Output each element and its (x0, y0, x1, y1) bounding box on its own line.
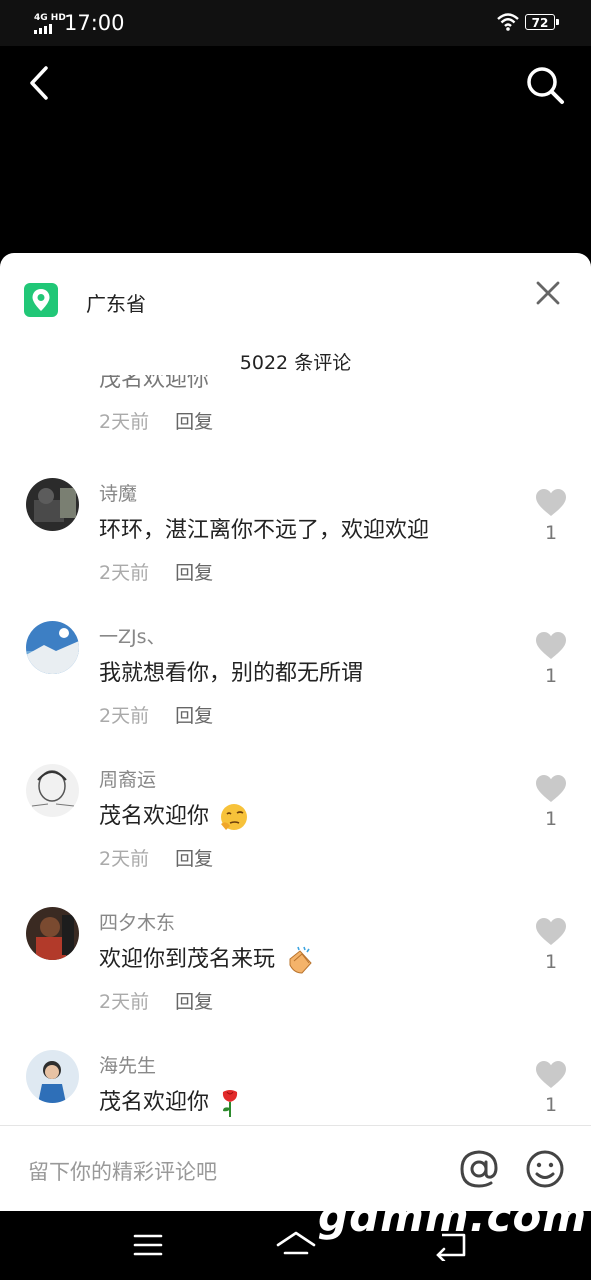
search-icon[interactable] (523, 63, 567, 107)
home-icon[interactable] (275, 1229, 317, 1263)
comment-username[interactable]: 周裔运 (99, 765, 156, 792)
comment-text: 茂名欢迎你 (99, 375, 210, 392)
comment-username[interactable]: 诗魔 (99, 479, 137, 506)
comment-count: 5022 条评论 (239, 352, 352, 374)
battery-indicator: 72 (525, 14, 559, 30)
comment-username[interactable]: 一ZJs、 (99, 622, 166, 649)
like-count: 1 (544, 665, 558, 687)
comment-item-partial: 茂名欢迎你 2天前回复 1 (0, 375, 591, 470)
avatar[interactable] (26, 764, 79, 817)
menu-icon[interactable] (132, 1231, 164, 1259)
status-bar: 4G HD 17:00 72 (0, 0, 591, 46)
avatar[interactable] (26, 907, 79, 960)
like-count: 1 (544, 951, 558, 973)
comment-username[interactable]: 海先生 (99, 1051, 156, 1078)
emoji-icon[interactable] (524, 1148, 566, 1190)
comment-input[interactable]: 留下你的精彩评论吧 (28, 1156, 217, 1186)
comment-sheet: 广东省 5022 条评论 茂名欢迎你 2天前回复 1 诗魔 环环，湛江离你不远了… (0, 253, 591, 1211)
comment-item: 一ZJs、 我就想看你，别的都无所谓 2天前 回复 1 (0, 621, 591, 764)
comment-meta: 2天前 回复 (99, 987, 213, 1014)
comment-item: 海先生 茂名欢迎你 1 (0, 1050, 591, 1125)
reply-button[interactable]: 回复 (175, 562, 213, 584)
close-icon[interactable] (534, 279, 562, 307)
comment-text-row: 茂名欢迎你 (99, 1084, 242, 1118)
like-count: 1 (544, 522, 558, 544)
heart-icon[interactable] (535, 917, 567, 947)
comment-item: 周裔运 茂名欢迎你 2天前 回复 1 (0, 764, 591, 907)
avatar[interactable] (26, 1050, 79, 1103)
comment-item: 四夕木东 欢迎你到茂名来玩 2天前 回复 1 (0, 907, 591, 1050)
reply-button[interactable]: 回复 (175, 848, 213, 870)
wifi-icon (497, 13, 519, 31)
video-top-area (0, 46, 591, 253)
comment-time: 2天前 (99, 848, 150, 870)
comment-text: 欢迎你到茂名来玩 (99, 947, 276, 972)
watermark: gdmm.com (318, 1192, 588, 1241)
clock: 17:00 (64, 11, 125, 35)
like-count: 1 (544, 808, 558, 830)
location-label[interactable]: 广东省 (86, 288, 146, 317)
comment-text-row: 茂名欢迎你 (99, 798, 250, 832)
comment-text: 茂名欢迎你 (99, 1090, 210, 1115)
comment-meta: 2天前 回复 (99, 407, 213, 434)
comment-meta: 2天前 回复 (99, 844, 213, 871)
at-mention-icon[interactable] (458, 1148, 500, 1190)
avatar[interactable] (26, 621, 79, 674)
reply-button[interactable]: 回复 (175, 991, 213, 1013)
clapping-hands-emoji (289, 946, 312, 974)
comment-time: 2天前 (99, 991, 150, 1013)
heart-icon[interactable] (535, 774, 567, 804)
network-indicator: 4G HD (34, 13, 66, 23)
comment-time: 2天前 (99, 411, 150, 433)
rose-emoji (222, 1090, 238, 1117)
comment-text: 我就想看你，别的都无所谓 (99, 661, 364, 686)
like-count: 1 (544, 1094, 558, 1116)
avatar[interactable] (26, 478, 79, 531)
reply-button[interactable]: 回复 (175, 705, 213, 727)
comment-list[interactable]: 茂名欢迎你 2天前回复 1 诗魔 环环，湛江离你不远了，欢迎欢迎 2天前回复 1 (0, 375, 591, 1125)
back-icon[interactable] (22, 62, 62, 102)
reply-button[interactable]: 回复 (175, 411, 213, 433)
comment-meta: 2天前 回复 (99, 558, 213, 585)
thinking-face-emoji (221, 804, 248, 830)
comment-text: 茂名欢迎你 (99, 804, 210, 829)
heart-icon[interactable] (535, 631, 567, 661)
comment-item: 诗魔 环环，湛江离你不远了，欢迎欢迎 2天前 回复 1 (0, 478, 591, 621)
location-pin-icon[interactable] (24, 283, 58, 317)
heart-icon[interactable] (535, 488, 567, 518)
comment-time: 2天前 (99, 705, 150, 727)
comment-time: 2天前 (99, 562, 150, 584)
comment-text-row: 欢迎你到茂名来玩 (99, 941, 316, 975)
heart-icon[interactable] (535, 1060, 567, 1090)
comment-username[interactable]: 四夕木东 (99, 908, 175, 935)
comment-meta: 2天前 回复 (99, 701, 213, 728)
signal-icon (34, 24, 52, 34)
comment-text: 环环，湛江离你不远了，欢迎欢迎 (99, 518, 430, 543)
